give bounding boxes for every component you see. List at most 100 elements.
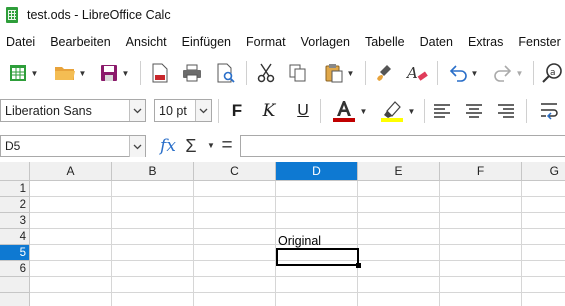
font-color-button[interactable]: ▼	[326, 96, 372, 126]
save-button[interactable]: ▼	[94, 55, 134, 91]
column-header-e[interactable]: E	[358, 162, 440, 181]
align-center-button[interactable]	[462, 96, 486, 126]
new-dropdown-arrow[interactable]: ▼	[31, 69, 39, 78]
row-header-7[interactable]	[0, 277, 30, 293]
row-header-5[interactable]: 5	[0, 245, 30, 261]
row-header-1[interactable]: 1	[0, 181, 30, 197]
sum-button[interactable]: Σ	[182, 132, 200, 160]
column-header-a[interactable]: A	[30, 162, 112, 181]
column-header-f[interactable]: F	[440, 162, 522, 181]
undo-dropdown-arrow[interactable]: ▼	[471, 69, 479, 78]
menu-format[interactable]: Format	[246, 35, 286, 49]
clone-formatting-button[interactable]	[370, 55, 398, 91]
row-header-4[interactable]: 4	[0, 229, 30, 245]
cut-button[interactable]	[252, 55, 280, 91]
column-header-g[interactable]: G	[522, 162, 565, 181]
sum-dropdown-arrow[interactable]: ▼	[207, 141, 215, 150]
calc-app-icon	[6, 7, 18, 23]
formula-bar: D5 fx Σ ▼ =	[0, 132, 565, 160]
align-left-button[interactable]	[430, 96, 454, 126]
wrap-text-icon	[540, 103, 558, 120]
redo-button[interactable]: ▼	[488, 55, 528, 91]
row-header-2[interactable]: 2	[0, 197, 30, 213]
menu-einfuegen[interactable]: Einfügen	[182, 35, 231, 49]
column-header-b[interactable]: B	[112, 162, 194, 181]
chevron-down-icon	[133, 108, 142, 113]
selected-cell-d5[interactable]	[276, 248, 359, 266]
open-folder-icon	[54, 67, 75, 80]
clear-formatting-button[interactable]: A	[402, 55, 432, 91]
align-right-icon	[498, 104, 514, 118]
find-replace-button[interactable]: a	[538, 55, 565, 91]
svg-text:a: a	[550, 68, 556, 78]
formula-input[interactable]	[240, 135, 565, 157]
undo-button[interactable]: ▼	[442, 55, 484, 91]
print-preview-button[interactable]	[212, 55, 240, 91]
menu-extras[interactable]: Extras	[468, 35, 503, 49]
name-box[interactable]: D5	[0, 135, 146, 157]
menu-vorlagen[interactable]: Vorlagen	[301, 35, 350, 49]
name-box-dropdown-button[interactable]	[129, 136, 145, 157]
row-header-8[interactable]	[0, 293, 30, 306]
window-title: test.ods - LibreOffice Calc	[27, 8, 171, 22]
function-wizard-button[interactable]: fx	[156, 132, 180, 160]
font-size-combo[interactable]: 10 pt	[154, 99, 212, 122]
redo-icon	[493, 65, 511, 82]
print-preview-icon	[217, 63, 235, 83]
chevron-down-icon	[199, 108, 208, 113]
column-header-c[interactable]: C	[194, 162, 276, 181]
menu-ansicht[interactable]: Ansicht	[126, 35, 167, 49]
open-button[interactable]: ▼	[50, 55, 90, 91]
toolbar-separator	[218, 99, 219, 123]
column-header-d[interactable]: D	[276, 162, 358, 181]
spreadsheet-grid[interactable]: A B C D E F G 1 2 3 4 5 6 Original	[0, 162, 565, 306]
menu-tabelle[interactable]: Tabelle	[365, 35, 405, 49]
font-name-combo[interactable]: Liberation Sans	[0, 99, 146, 122]
align-right-button[interactable]	[494, 96, 518, 126]
formula-equals-button[interactable]: =	[218, 132, 236, 160]
font-name-dropdown-button[interactable]	[129, 100, 145, 121]
row-header-6[interactable]: 6	[0, 261, 30, 277]
standard-toolbar: ▼ ▼ ▼ ▼ A ▼ ▼ a	[0, 55, 565, 91]
cell-d4[interactable]: Original	[278, 233, 321, 249]
font-color-dropdown-arrow[interactable]: ▼	[360, 107, 368, 116]
toolbar-separator	[320, 99, 321, 123]
copy-button[interactable]	[284, 55, 312, 91]
italic-button[interactable]: K	[258, 96, 280, 126]
clear-formatting-icon: A	[406, 64, 428, 82]
menu-daten[interactable]: Daten	[420, 35, 453, 49]
wrap-text-button[interactable]	[534, 96, 565, 126]
save-dropdown-arrow[interactable]: ▼	[122, 69, 130, 78]
redo-dropdown-arrow[interactable]: ▼	[516, 69, 524, 78]
chevron-down-icon	[133, 144, 142, 149]
paste-button[interactable]: ▼	[318, 55, 360, 91]
name-box-value: D5	[5, 139, 21, 153]
underline-button[interactable]: U	[292, 96, 314, 126]
align-center-icon	[466, 104, 482, 118]
highlight-dropdown-arrow[interactable]: ▼	[408, 107, 416, 116]
row-header-3[interactable]: 3	[0, 213, 30, 229]
font-size-dropdown-button[interactable]	[195, 100, 211, 121]
print-icon	[183, 64, 201, 82]
undo-icon	[449, 65, 467, 82]
print-button[interactable]	[178, 55, 206, 91]
export-pdf-button[interactable]	[146, 55, 174, 91]
menu-datei[interactable]: Datei	[6, 35, 35, 49]
new-button[interactable]: ▼	[6, 55, 40, 91]
save-icon	[100, 65, 117, 81]
menu-bearbeiten[interactable]: Bearbeiten	[50, 35, 110, 49]
highlight-color-button[interactable]: ▼	[374, 96, 420, 126]
font-color-icon	[332, 101, 355, 122]
paste-dropdown-arrow[interactable]: ▼	[347, 69, 355, 78]
select-all-corner[interactable]	[0, 162, 30, 181]
open-dropdown-arrow[interactable]: ▼	[79, 69, 87, 78]
highlight-color-icon	[380, 101, 403, 122]
row-gridline	[30, 292, 565, 293]
menu-fenster[interactable]: Fenster	[518, 35, 560, 49]
row-gridline	[30, 228, 565, 229]
bold-button[interactable]: F	[226, 96, 248, 126]
row-gridline	[30, 196, 565, 197]
autofill-handle[interactable]	[356, 263, 361, 268]
toolbar-separator	[365, 61, 366, 85]
row-gridline	[30, 276, 565, 277]
